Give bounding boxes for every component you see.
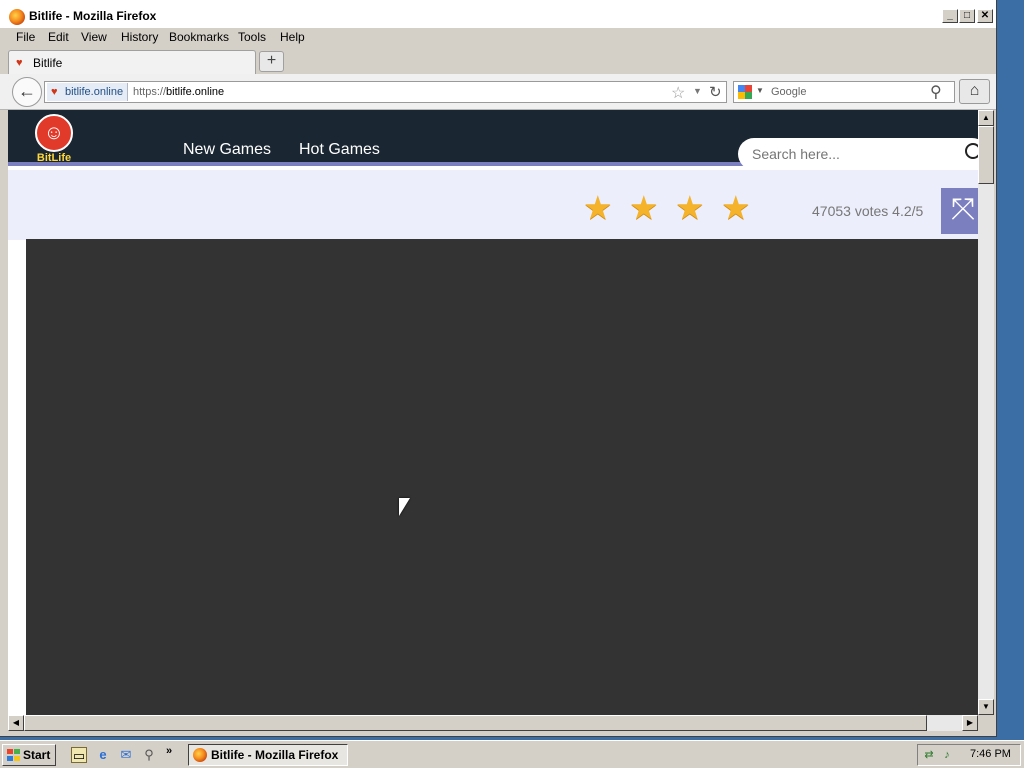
search-engine-dropdown-icon[interactable]: ▼ — [756, 86, 764, 95]
back-button[interactable]: ← — [12, 77, 42, 107]
navigation-toolbar: ← ♥ bitlife.online https://bitlife.onlin… — [0, 74, 996, 110]
mouse-cursor-icon — [399, 498, 410, 516]
menu-help[interactable]: Help — [280, 30, 305, 44]
site-search-box — [738, 138, 978, 170]
start-label: Start — [23, 748, 51, 762]
page-viewport: ☺ BitLife New Games Hot Games ★ ★ ★ ★ 47… — [8, 110, 978, 715]
site-identity-label: bitlife.online — [65, 86, 124, 98]
site-search-input[interactable] — [752, 146, 952, 162]
reload-icon[interactable]: ↻ — [709, 83, 722, 101]
bitlife-logo[interactable]: ☺ BitLife — [32, 114, 76, 164]
rating-star-4[interactable]: ★ — [721, 190, 751, 226]
search-engine-placeholder[interactable]: Google — [771, 86, 806, 98]
taskbar-firefox-label: Bitlife - Mozilla Firefox — [211, 748, 339, 762]
bookmark-star-icon[interactable]: ☆ — [671, 83, 685, 103]
tab-label: Bitlife — [33, 56, 63, 70]
url-host: bitlife.online — [166, 86, 225, 98]
volume-icon[interactable]: ♪ — [940, 748, 954, 762]
menu-bookmarks[interactable]: Bookmarks — [169, 30, 229, 44]
show-desktop-icon[interactable]: ▭ — [71, 747, 87, 763]
home-button[interactable]: ⌂ — [959, 79, 990, 104]
site-header: ☺ BitLife New Games Hot Games — [8, 110, 978, 170]
url-bar[interactable]: ♥ bitlife.online https://bitlife.online … — [44, 81, 727, 103]
votes-summary: 47053 votes 4.2/5 — [812, 203, 924, 219]
game-frame[interactable] — [26, 239, 978, 715]
url-scheme: https:// — [133, 86, 167, 98]
rating-star-3[interactable]: ★ — [675, 190, 705, 226]
vertical-scroll-thumb[interactable] — [978, 126, 994, 184]
history-dropdown-icon[interactable]: ▼ — [693, 86, 702, 96]
new-tab-button[interactable]: + — [259, 51, 284, 72]
internet-explorer-icon[interactable]: e — [95, 747, 111, 763]
horizontal-scrollbar[interactable]: ◀ ▶ — [8, 715, 978, 731]
tab-strip: ♥ Bitlife + — [0, 48, 996, 74]
vertical-scrollbar[interactable]: ▲ ▼ — [978, 110, 994, 715]
rating-bar: ★ ★ ★ ★ 47053 votes 4.2/5 ⤧ — [8, 170, 978, 240]
search-icon[interactable] — [965, 143, 978, 159]
fullscreen-button[interactable]: ⤧ — [941, 188, 978, 234]
clock[interactable]: 7:46 PM — [970, 748, 1011, 760]
start-button[interactable]: Start — [2, 744, 56, 766]
close-button[interactable]: ✕ — [977, 9, 993, 23]
search-bar[interactable]: ▼ Google ⚲ — [733, 81, 955, 103]
menu-file[interactable]: File — [16, 30, 35, 44]
nav-new-games[interactable]: New Games — [183, 141, 271, 159]
outlook-icon[interactable]: ✉ — [118, 747, 134, 763]
site-identity-button[interactable]: ♥ bitlife.online — [47, 83, 129, 101]
scroll-down-arrow[interactable]: ▼ — [978, 699, 994, 715]
scroll-right-arrow[interactable]: ▶ — [962, 715, 978, 731]
scroll-up-arrow[interactable]: ▲ — [978, 110, 994, 126]
menu-bar: File Edit View History Bookmarks Tools H… — [0, 28, 996, 48]
quick-launch-more-button[interactable]: » — [166, 745, 172, 757]
firefox-icon — [9, 9, 25, 25]
menu-edit[interactable]: Edit — [48, 30, 69, 44]
tab-bitlife[interactable]: ♥ Bitlife — [8, 50, 256, 74]
minimize-button[interactable]: _ — [942, 9, 958, 23]
menu-history[interactable]: History — [121, 30, 158, 44]
window-title: Bitlife - Mozilla Firefox — [29, 9, 157, 23]
baby-logo-icon: ☺ — [35, 114, 73, 152]
bitlife-favicon-icon: ♥ — [51, 86, 58, 98]
nav-hot-games[interactable]: Hot Games — [299, 141, 380, 159]
search-icon[interactable]: ⚲ — [141, 747, 157, 763]
taskbar-firefox-button[interactable]: Bitlife - Mozilla Firefox — [188, 744, 348, 766]
firefox-icon — [193, 748, 207, 762]
bitlife-favicon-icon: ♥ — [16, 57, 23, 69]
rating-star-1[interactable]: ★ — [583, 190, 613, 226]
logo-text: BitLife — [36, 152, 72, 164]
windows-logo-icon — [7, 749, 20, 761]
network-icon[interactable]: ⇄ — [922, 748, 936, 762]
menu-view[interactable]: View — [81, 30, 107, 44]
maximize-button[interactable]: □ — [959, 9, 975, 23]
rating-star-2[interactable]: ★ — [629, 190, 659, 226]
magnifier-icon[interactable]: ⚲ — [930, 82, 942, 102]
taskbar: Start ▭ e ✉ ⚲ » Bitlife - Mozilla Firefo… — [0, 740, 1024, 768]
menu-tools[interactable]: Tools — [238, 30, 266, 44]
google-icon[interactable] — [738, 85, 752, 99]
scroll-left-arrow[interactable]: ◀ — [8, 715, 24, 731]
url-text[interactable]: https://bitlife.online — [133, 86, 224, 98]
system-tray: ⇄ ♪ 7:46 PM — [917, 744, 1021, 766]
horizontal-scroll-thumb[interactable] — [24, 715, 927, 731]
